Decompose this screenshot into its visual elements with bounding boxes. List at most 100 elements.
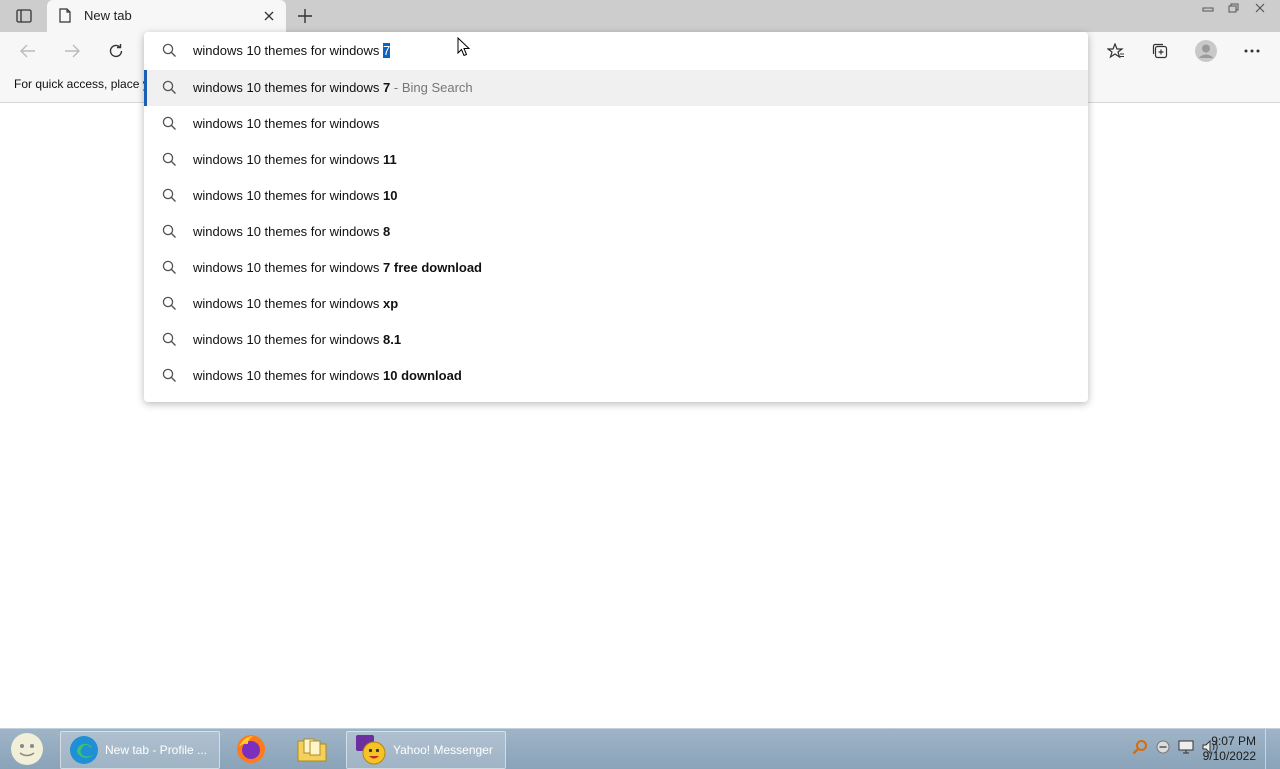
suggestion-prefix: windows 10 themes for windows (193, 296, 384, 311)
new-tab-button[interactable] (292, 4, 318, 28)
favorites-bar-message: For quick access, place y (14, 77, 149, 91)
edge-browser-icon (70, 736, 98, 764)
suggestion-prefix: windows 10 themes for windows (193, 260, 384, 275)
taskbar-item-file-explorer[interactable] (285, 731, 339, 767)
back-button[interactable] (12, 36, 44, 66)
suggestion-prefix: windows 10 themes for windows (193, 332, 384, 347)
minimize-button[interactable] (1196, 0, 1220, 16)
page-icon (59, 8, 71, 26)
autocomplete-selection: 7 (383, 43, 391, 58)
search-icon (162, 116, 177, 134)
suggestion-text: windows 10 themes for windows 7 free dow… (193, 260, 482, 275)
profile-button[interactable] (1190, 36, 1222, 66)
restore-icon (1228, 3, 1239, 13)
more-dots-icon (1244, 49, 1260, 53)
settings-menu-button[interactable] (1236, 36, 1268, 66)
address-bar-dropdown: windows 10 themes for windows 7 windows … (144, 32, 1088, 402)
suggestion-item[interactable]: windows 10 themes for windows 8 (144, 214, 1088, 250)
start-button[interactable] (8, 732, 46, 766)
suggestion-item[interactable]: windows 10 themes for windows xp (144, 286, 1088, 322)
suggestion-source: - Bing Search (390, 80, 473, 95)
forward-arrow-icon (65, 44, 80, 58)
suggestion-completion: 10 (383, 188, 398, 203)
forward-button[interactable] (56, 36, 88, 66)
suggestion-completion: 7 free download (383, 260, 482, 275)
back-arrow-icon (20, 44, 35, 58)
close-icon (1255, 3, 1265, 13)
suggestion-text: windows 10 themes for windows 10 (193, 188, 398, 203)
tab-actions-icon (16, 9, 32, 23)
address-input-text: windows 10 themes for windows 7 (193, 43, 391, 58)
collections-icon (1152, 43, 1168, 59)
minimize-icon (1202, 7, 1214, 12)
suggestion-completion: 11 (383, 152, 397, 167)
suggestion-text: windows 10 themes for windows xp (193, 296, 398, 311)
tab-new-tab[interactable]: New tab (47, 0, 286, 32)
clock-time: 9:07 PM (1211, 734, 1256, 748)
search-icon (162, 368, 177, 386)
suggestion-text: windows 10 themes for windows 7 - Bing S… (193, 80, 473, 95)
suggestion-text: windows 10 themes for windows 8.1 (193, 332, 401, 347)
search-icon (162, 260, 177, 278)
suggestion-completion: xp (383, 296, 399, 311)
suggestion-text: windows 10 themes for windows 11 (193, 152, 397, 167)
firefox-icon (237, 735, 265, 763)
close-window-button[interactable] (1248, 0, 1272, 16)
restore-button[interactable] (1222, 0, 1246, 16)
taskbar-item-firefox[interactable] (224, 731, 278, 767)
show-desktop-button[interactable] (1265, 729, 1280, 769)
suggestion-prefix: windows 10 themes for windows (193, 152, 384, 167)
suggestion-prefix: windows 10 themes for windows (193, 368, 384, 383)
yahoo-messenger-icon (356, 735, 386, 765)
display-tray-icon[interactable] (1178, 740, 1194, 754)
refresh-button[interactable] (100, 36, 132, 66)
close-tab-button[interactable] (259, 6, 279, 26)
refresh-icon (109, 44, 123, 58)
clock-date: 9/10/2022 (1202, 749, 1256, 763)
suggestion-prefix: windows 10 themes for windows (193, 188, 384, 203)
mouse-cursor (457, 36, 471, 60)
suggestion-completion: 8 (383, 224, 391, 239)
search-icon (162, 152, 177, 170)
suggestion-prefix: windows 10 themes for windows (193, 224, 384, 239)
search-icon (162, 296, 177, 314)
tab-strip: New tab (0, 0, 1280, 32)
suggestion-text: windows 10 themes for windows 10 downloa… (193, 368, 462, 383)
suggestion-item[interactable]: windows 10 themes for windows 11 (144, 142, 1088, 178)
suggestion-item[interactable]: windows 10 themes for windows (144, 106, 1088, 142)
typed-text: windows 10 themes for windows (193, 43, 384, 58)
taskbar-item-yahoo-messenger[interactable]: Yahoo! Messenger (346, 731, 506, 769)
taskbar: New tab - Profile ... Yahoo! Messenger 9… (0, 728, 1280, 769)
window-controls (1196, 0, 1272, 18)
system-clock[interactable]: 9:07 PM 9/10/2022 (1203, 734, 1256, 764)
plus-icon (298, 9, 312, 23)
taskbar-item-edge[interactable]: New tab - Profile ... (60, 731, 220, 769)
search-icon (162, 224, 177, 242)
taskbar-item-label: New tab - Profile ... (105, 743, 208, 757)
avatar-icon (1195, 40, 1217, 62)
suggestion-text: windows 10 themes for windows (193, 116, 379, 131)
tab-title: New tab (84, 8, 132, 23)
suggestion-completion: 8.1 (383, 332, 402, 347)
suggestion-item[interactable]: windows 10 themes for windows 10 downloa… (144, 358, 1088, 394)
network-tray-icon[interactable] (1156, 740, 1170, 754)
start-orb-icon (11, 733, 43, 765)
search-icon (162, 43, 177, 61)
suggestion-prefix: windows 10 themes for windows (193, 116, 380, 131)
taskbar-item-label: Yahoo! Messenger (393, 743, 493, 757)
close-icon (264, 11, 274, 21)
suggestion-prefix: windows 10 themes for windows (193, 80, 384, 95)
suggestion-item[interactable]: windows 10 themes for windows 7 - Bing S… (144, 70, 1088, 106)
folder-icon (297, 738, 327, 762)
search-tray-icon[interactable] (1132, 739, 1148, 755)
address-input[interactable]: windows 10 themes for windows 7 (144, 32, 1088, 70)
collections-button[interactable] (1144, 36, 1176, 66)
suggestion-text: windows 10 themes for windows 8 (193, 224, 390, 239)
favorites-button[interactable] (1100, 36, 1132, 66)
suggestion-item[interactable]: windows 10 themes for windows 7 free dow… (144, 250, 1088, 286)
suggestion-item[interactable]: windows 10 themes for windows 8.1 (144, 322, 1088, 358)
suggestion-item[interactable]: windows 10 themes for windows 10 (144, 178, 1088, 214)
tab-actions-button[interactable] (8, 4, 40, 28)
favorites-star-icon (1107, 43, 1124, 59)
search-icon (162, 188, 177, 206)
